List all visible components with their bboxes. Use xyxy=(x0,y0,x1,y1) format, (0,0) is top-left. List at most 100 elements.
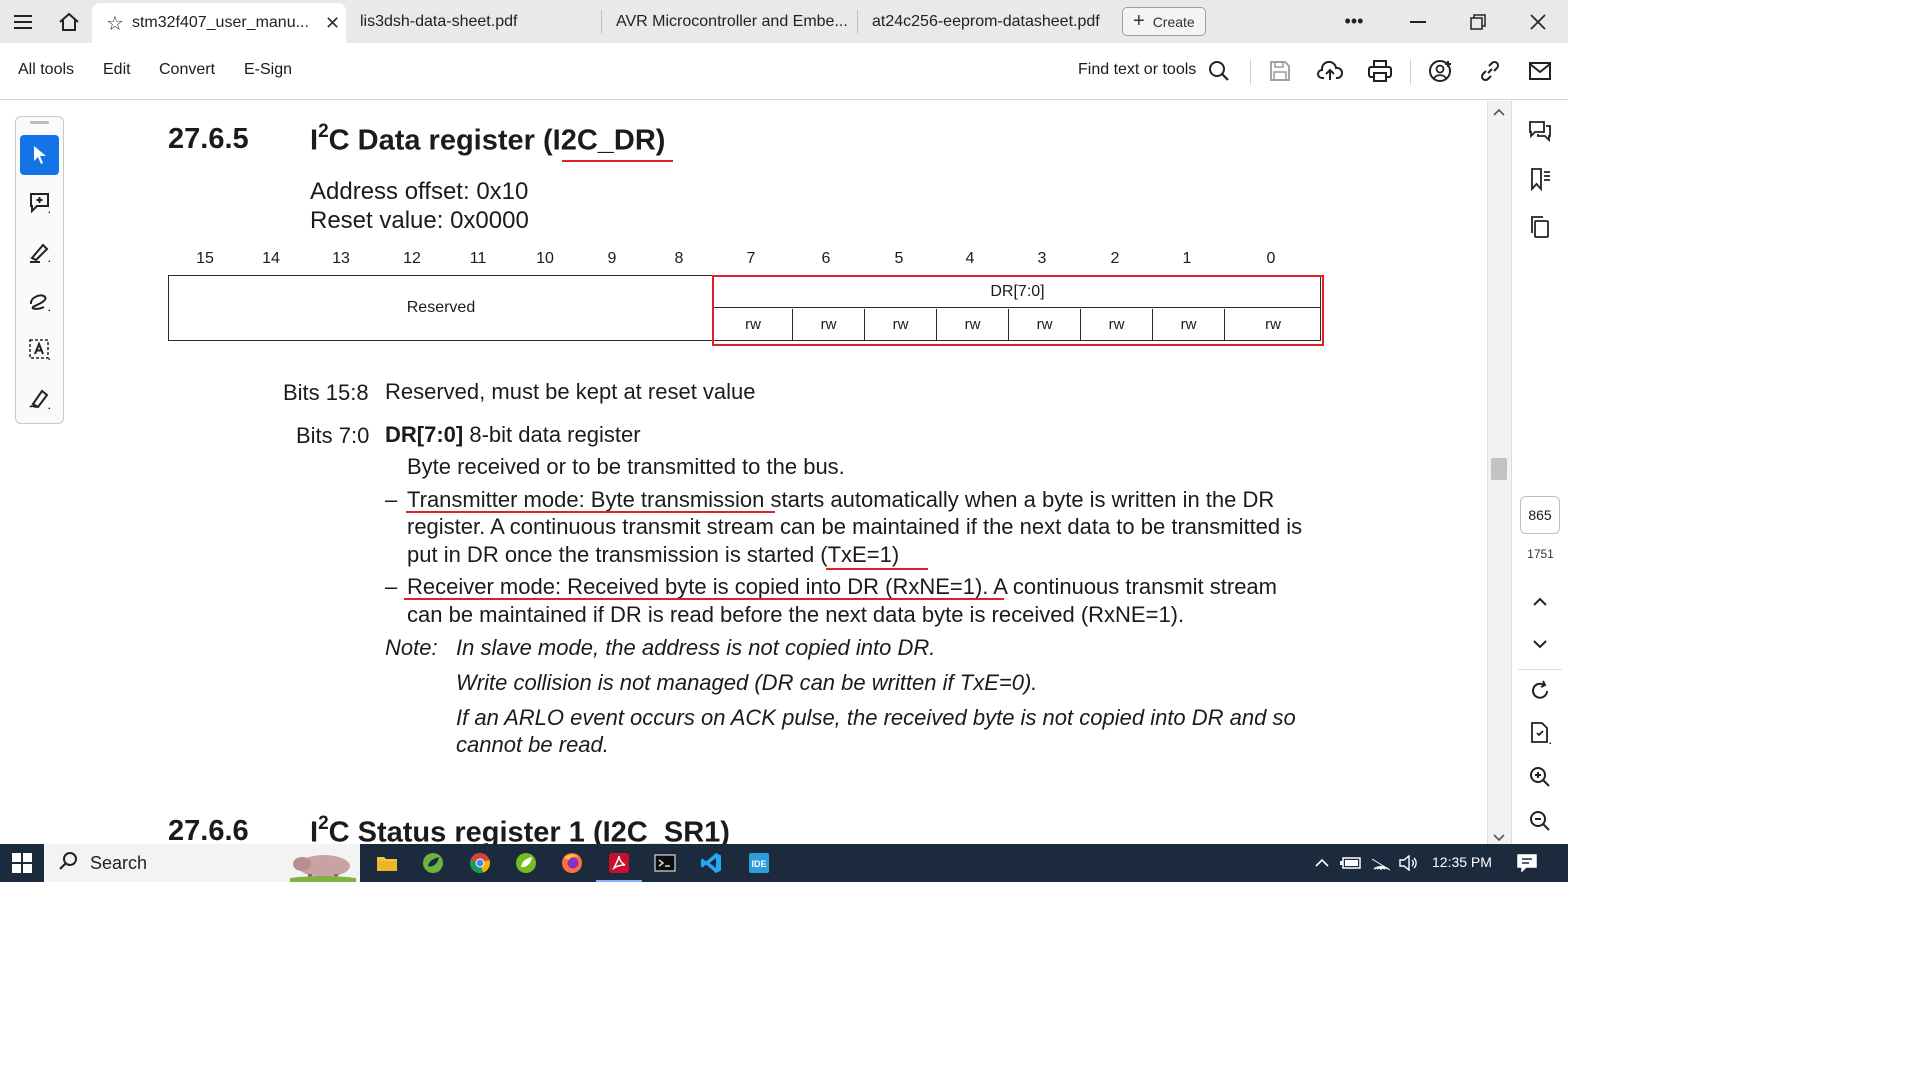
tab-avr[interactable]: AVR Microcontroller and Embe... xyxy=(602,0,858,43)
minimize-icon[interactable] xyxy=(1388,0,1448,43)
taskbar-search-box[interactable]: Search xyxy=(44,844,360,882)
note-line-1: In slave mode, the address is not copied… xyxy=(456,635,936,660)
restore-icon[interactable] xyxy=(1448,0,1508,43)
file-explorer-icon[interactable] xyxy=(372,848,402,878)
bit-number: 2 xyxy=(1110,250,1120,267)
menu-edit[interactable]: Edit xyxy=(103,61,131,79)
svg-text:IDE: IDE xyxy=(751,859,766,869)
battery-icon[interactable] xyxy=(1336,848,1366,878)
volume-icon[interactable] xyxy=(1394,848,1424,878)
total-pages: 1751 xyxy=(1527,547,1554,561)
home-icon[interactable] xyxy=(46,0,92,43)
scroll-up-icon[interactable] xyxy=(1493,105,1505,119)
transmitter-line-2: register. A continuous transmit stream c… xyxy=(407,514,1303,539)
bit-number: 3 xyxy=(1037,250,1047,267)
red-underline-annotation xyxy=(562,160,673,162)
pages-icon[interactable] xyxy=(1526,213,1554,241)
terminal-icon[interactable] xyxy=(650,848,680,878)
search-highlight-icon xyxy=(290,848,356,882)
red-underline-annotation xyxy=(826,568,928,570)
reserved-field: Reserved xyxy=(169,276,714,340)
menu-all-tools[interactable]: All tools xyxy=(18,61,74,79)
show-hidden-icons-icon[interactable] xyxy=(1307,848,1337,878)
acrobat-icon[interactable] xyxy=(596,848,642,882)
notifications-icon[interactable] xyxy=(1512,848,1542,878)
highlight-pen-icon[interactable] xyxy=(20,232,59,272)
menu-e-sign[interactable]: E-Sign xyxy=(244,61,292,79)
close-tab-icon[interactable]: ✕ xyxy=(325,13,340,34)
previous-page-icon[interactable] xyxy=(1526,588,1554,616)
address-offset: Address offset: 0x10 xyxy=(310,178,529,205)
clock-time[interactable]: 12:35 PM xyxy=(1432,854,1492,870)
add-comment-icon[interactable] xyxy=(20,183,59,223)
mail-icon[interactable] xyxy=(1526,57,1554,85)
find-text-or-tools[interactable]: Find text or tools xyxy=(1078,61,1196,79)
print-icon[interactable] xyxy=(1366,57,1394,85)
zoom-out-icon[interactable] xyxy=(1526,807,1554,835)
tab-stm32f407[interactable]: ☆ stm32f407_user_manu... ✕ xyxy=(92,3,346,43)
share-user-icon[interactable] xyxy=(1426,57,1454,85)
tab-label: at24c256-eeprom-datasheet.pdf xyxy=(872,12,1100,30)
spring-leaf-icon[interactable] xyxy=(511,848,541,878)
taskbar-search-label: Search xyxy=(90,852,148,873)
stm32-ide-icon[interactable]: IDE xyxy=(744,848,774,878)
pdf-page: 27.6.5 I2C Data register (I2C_DR) Addres… xyxy=(65,101,1485,844)
vertical-scrollbar[interactable] xyxy=(1487,101,1511,844)
bookmarks-icon[interactable] xyxy=(1526,165,1554,193)
next-page-icon[interactable] xyxy=(1526,630,1554,658)
zoom-in-icon[interactable] xyxy=(1526,763,1554,791)
note-line-4: cannot be read. xyxy=(456,732,609,757)
bit-number: 10 xyxy=(536,250,554,267)
upload-cloud-icon[interactable] xyxy=(1316,57,1344,85)
sign-pen-icon[interactable] xyxy=(20,379,59,419)
wifi-icon[interactable] xyxy=(1366,848,1396,878)
select-cursor-icon[interactable] xyxy=(20,135,59,175)
dash-bullet: – xyxy=(385,487,398,512)
bit-number: 1 xyxy=(1182,250,1192,267)
firefox-icon[interactable] xyxy=(557,848,587,878)
toolbar: All tools Edit Convert E-Sign Find text … xyxy=(0,43,1568,100)
note-label: Note: xyxy=(385,635,438,660)
create-label: Create xyxy=(1152,13,1195,30)
comments-icon[interactable] xyxy=(1526,117,1554,145)
freehand-draw-icon[interactable] xyxy=(20,281,59,321)
bit-number: 12 xyxy=(403,250,421,267)
bit-number: 15 xyxy=(196,250,214,267)
next-section-number: 27.6.6 xyxy=(168,815,249,844)
windows-start-icon[interactable] xyxy=(0,844,44,882)
more-options-icon[interactable]: ••• xyxy=(1324,0,1384,43)
tab-label: AVR Microcontroller and Embe... xyxy=(616,12,848,30)
windows-taskbar: Search IDE 12:35 PM xyxy=(0,844,1568,882)
hamburger-menu-icon[interactable] xyxy=(0,0,46,43)
chrome-icon[interactable] xyxy=(465,848,495,878)
section-number: 27.6.5 xyxy=(168,123,249,155)
bits-15-8-label: Bits 15:8 xyxy=(283,380,369,405)
note-line-3: If an ARLO event occurs on ACK pulse, th… xyxy=(456,705,1296,730)
bit-number: 6 xyxy=(821,250,831,267)
menu-convert[interactable]: Convert xyxy=(159,61,215,79)
current-page-field[interactable]: 865 xyxy=(1520,496,1560,534)
star-icon[interactable]: ☆ xyxy=(106,11,124,36)
spring-tool-icon[interactable] xyxy=(418,848,448,878)
create-button[interactable]: + Create xyxy=(1122,7,1206,36)
tab-label: stm32f407_user_manu... xyxy=(131,14,309,31)
page-extract-icon[interactable] xyxy=(1526,719,1554,747)
tab-at24c256[interactable]: at24c256-eeprom-datasheet.pdf xyxy=(858,0,1114,43)
text-box-icon[interactable] xyxy=(20,330,59,370)
close-window-icon[interactable] xyxy=(1508,0,1568,43)
search-icon[interactable] xyxy=(1205,57,1233,85)
search-icon xyxy=(58,851,78,876)
note-line-2: Write collision is not managed (DR can b… xyxy=(456,670,1038,695)
rotate-icon[interactable] xyxy=(1526,677,1554,705)
quick-tools-rail xyxy=(15,116,64,424)
receiver-line-1: Receiver mode: Received byte is copied i… xyxy=(407,574,1277,599)
bit-number: 5 xyxy=(894,250,904,267)
save-icon[interactable] xyxy=(1266,57,1294,85)
link-icon[interactable] xyxy=(1476,57,1504,85)
byte-line: Byte received or to be transmitted to th… xyxy=(407,454,845,479)
vscode-icon[interactable] xyxy=(696,848,726,878)
red-box-annotation xyxy=(712,275,1324,346)
scrollbar-thumb[interactable] xyxy=(1491,458,1507,480)
tab-lis3dsh[interactable]: lis3dsh-data-sheet.pdf xyxy=(346,0,602,43)
transmitter-line-3: put in DR once the transmission is start… xyxy=(407,542,900,567)
